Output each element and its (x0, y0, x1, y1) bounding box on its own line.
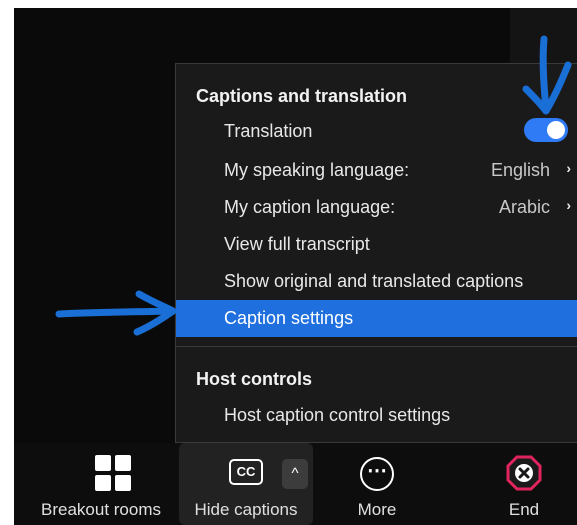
show-original-captions-label: Show original and translated captions (224, 271, 524, 291)
breakout-rooms-label: Breakout rooms (41, 500, 161, 519)
more-dots-icon: ⋯ (360, 457, 394, 491)
end-label: End (508, 500, 540, 519)
view-transcript-label: View full transcript (224, 234, 370, 254)
view-transcript-item[interactable]: View full transcript (176, 226, 577, 263)
hide-captions-label: Hide captions (194, 500, 298, 519)
closed-captions-icon: CC (229, 459, 263, 485)
translation-item[interactable]: Translation (176, 113, 577, 150)
translation-toggle[interactable] (524, 118, 568, 142)
speaking-language-label: My speaking language: (224, 160, 410, 180)
host-controls-heading: Host controls (196, 369, 313, 389)
host-caption-settings-label: Host caption control settings (224, 405, 451, 425)
caption-language-label: My caption language: (224, 197, 396, 217)
chevron-up-icon[interactable]: ^ (282, 459, 308, 489)
caption-settings-label: Caption settings (224, 308, 354, 328)
caption-language-item[interactable]: My caption language: Arabic › (176, 189, 577, 226)
chevron-right-icon: › (566, 197, 571, 213)
caption-language-value: Arabic (498, 197, 550, 217)
captions-translation-heading: Captions and translation (196, 86, 408, 106)
show-original-captions-item[interactable]: Show original and translated captions (176, 263, 577, 300)
menu-divider (176, 346, 577, 347)
speaking-language-item[interactable]: My speaking language: English › (176, 152, 577, 189)
meeting-toolbar: Breakout rooms CC ^ Hide captions ⋯ More… (14, 443, 577, 525)
end-call-icon (506, 455, 542, 491)
translation-label: Translation (224, 121, 313, 141)
caption-settings-item[interactable]: Caption settings (176, 300, 577, 337)
more-button[interactable]: ⋯ More (336, 443, 418, 525)
toggle-knob (547, 121, 565, 139)
end-button[interactable]: End (482, 443, 566, 525)
chevron-right-icon: › (566, 160, 571, 176)
grid-icon (95, 455, 131, 491)
captions-menu: Captions and translation Translation My … (175, 63, 577, 443)
annotation-arrow-down-icon (522, 35, 572, 115)
hide-captions-button[interactable]: CC ^ Hide captions (179, 443, 313, 525)
more-label: More (357, 500, 397, 519)
breakout-rooms-button[interactable]: Breakout rooms (26, 443, 176, 525)
host-caption-settings-item[interactable]: Host caption control settings (176, 397, 577, 434)
annotation-arrow-right-icon (55, 290, 177, 336)
speaking-language-value: English (490, 160, 550, 180)
